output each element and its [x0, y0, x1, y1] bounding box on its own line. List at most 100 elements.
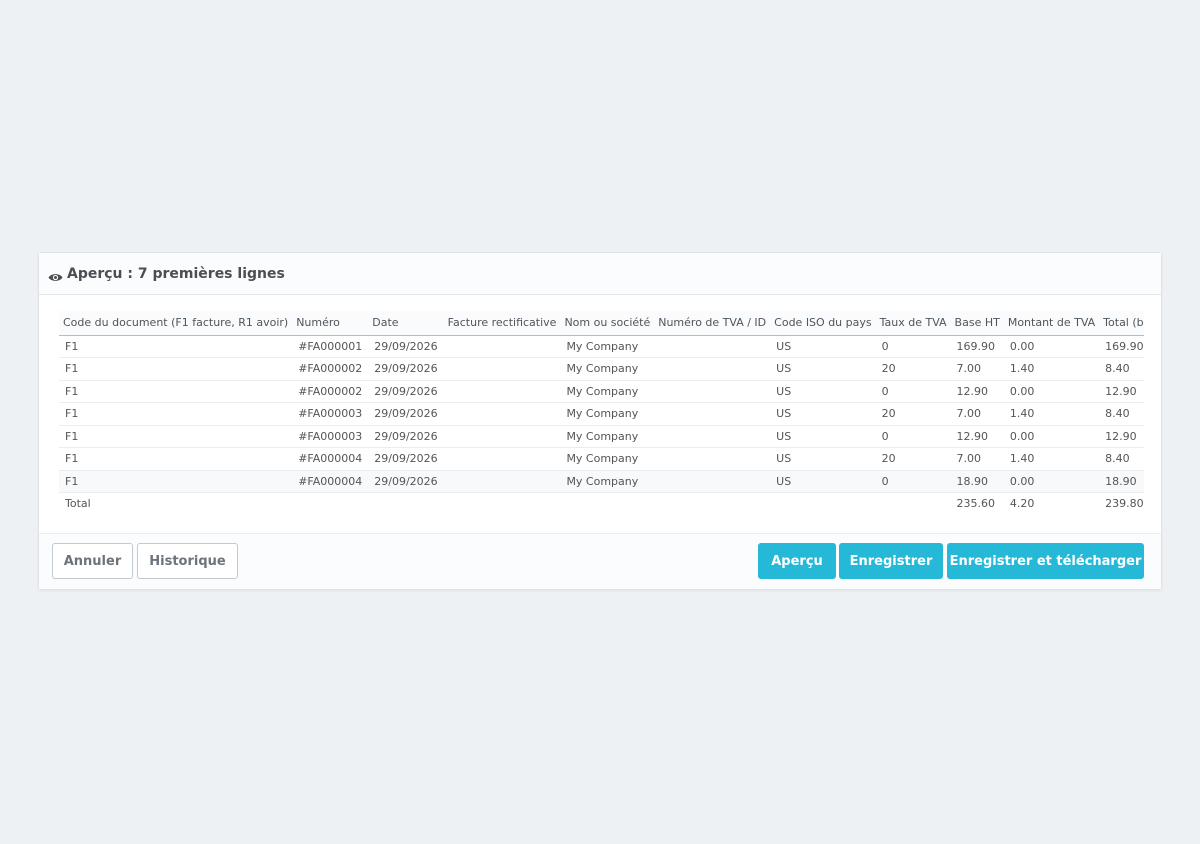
table-cell	[654, 335, 771, 358]
preview-panel: Aperçu : 7 premières lignes Code du docu…	[38, 252, 1162, 590]
table-cell: #FA000001	[292, 335, 369, 358]
table-cell: My Company	[560, 447, 655, 471]
save-button[interactable]: Enregistrer	[839, 543, 943, 579]
history-button[interactable]: Historique	[137, 543, 238, 579]
table-cell	[654, 357, 771, 381]
table-cell: 8.40	[1099, 447, 1144, 471]
column-header: Base HT	[950, 311, 1004, 336]
table-cell: 29/09/2026	[368, 335, 444, 358]
total-cell	[654, 492, 771, 515]
table-cell: 29/09/2026	[368, 425, 444, 448]
preview-button[interactable]: Aperçu	[758, 543, 836, 579]
total-cell: 235.60	[950, 492, 1004, 515]
total-cell	[875, 492, 951, 515]
table-cell: 29/09/2026	[368, 402, 444, 426]
table-row: F1 #FA000003 29/09/2026 My Company US 0 12.90 0…	[59, 425, 1144, 448]
total-cell	[560, 492, 655, 515]
panel-footer: Annuler Historique Aperçu Enregistrer En…	[39, 533, 1161, 589]
table-cell	[443, 335, 561, 358]
panel-title: Aperçu : 7 premières lignes	[67, 265, 285, 282]
column-header: Nom ou société	[560, 311, 655, 336]
table-cell	[443, 402, 561, 426]
table-cell: My Company	[560, 335, 655, 358]
preview-table-container[interactable]: Code du document (F1 facture, R1 avoir) N…	[59, 311, 1144, 515]
table-cell: F1	[59, 447, 293, 471]
table-cell: 29/09/2026	[368, 380, 444, 403]
total-cell: 239.80	[1099, 492, 1144, 515]
table-row: F1 #FA000004 29/09/2026 My Company US 20 7.00 1…	[59, 447, 1144, 471]
table-cell: My Company	[560, 402, 655, 426]
column-header: Taux de TVA	[875, 311, 951, 336]
table-cell: F1	[59, 357, 293, 381]
column-header: Code ISO du pays	[770, 311, 876, 336]
table-cell: 12.90	[1099, 425, 1144, 448]
table-cell: 18.90	[950, 470, 1004, 493]
table-row: F1 #FA000001 29/09/2026 My Company US 0 169.90…	[59, 335, 1144, 358]
table-cell: 12.90	[950, 380, 1004, 403]
table-cell: 7.00	[950, 402, 1004, 426]
total-cell	[368, 492, 444, 515]
total-cell	[443, 492, 561, 515]
table-cell	[443, 447, 561, 471]
table-cell: 0.00	[1003, 470, 1100, 493]
column-header: Code du document (F1 facture, R1 avoir)	[59, 311, 293, 336]
table-cell	[654, 380, 771, 403]
table-row: F1 #FA000002 29/09/2026 My Company US 0 12.90 0…	[59, 380, 1144, 403]
table-cell: F1	[59, 402, 293, 426]
table-cell: F1	[59, 335, 293, 358]
table-cell: 0	[875, 380, 951, 403]
table-cell: My Company	[560, 425, 655, 448]
panel-header: Aperçu : 7 premières lignes	[39, 253, 1161, 295]
table-cell: 8.40	[1099, 357, 1144, 381]
table-cell: 8.40	[1099, 402, 1144, 426]
table-cell: #FA000002	[292, 357, 369, 381]
table-row: F1 #FA000003 29/09/2026 My Company US 20 7.00 1…	[59, 402, 1144, 426]
total-cell: Total	[59, 492, 293, 515]
table-cell: 169.90	[1099, 335, 1144, 358]
table-cell: US	[770, 447, 876, 471]
table-cell	[654, 425, 771, 448]
column-header: Facture rectificative	[443, 311, 561, 336]
table-row: F1 #FA000004 29/09/2026 My Company US 0 18.90 0…	[59, 470, 1144, 493]
table-cell: 29/09/2026	[368, 470, 444, 493]
total-cell	[770, 492, 876, 515]
column-header: Total (base + TVA)	[1099, 311, 1144, 336]
table-cell: 29/09/2026	[368, 357, 444, 381]
table-cell: 1.40	[1003, 447, 1100, 471]
column-header: Numéro	[292, 311, 369, 336]
table-cell: F1	[59, 470, 293, 493]
table-cell: 0	[875, 425, 951, 448]
table-cell: 0.00	[1003, 335, 1100, 358]
table-cell: US	[770, 335, 876, 358]
table-cell: #FA000003	[292, 402, 369, 426]
table-cell: 12.90	[1099, 380, 1144, 403]
table-cell: 1.40	[1003, 357, 1100, 381]
table-cell: 20	[875, 357, 951, 381]
table-cell: My Company	[560, 380, 655, 403]
eye-icon	[48, 268, 63, 281]
cancel-button[interactable]: Annuler	[52, 543, 133, 579]
table-cell: 7.00	[950, 357, 1004, 381]
table-cell: US	[770, 470, 876, 493]
preview-table: Code du document (F1 facture, R1 avoir) N…	[59, 311, 1144, 515]
table-cell	[443, 470, 561, 493]
table-cell: #FA000004	[292, 447, 369, 471]
table-cell: 20	[875, 447, 951, 471]
table-cell: 7.00	[950, 447, 1004, 471]
table-header-row: Code du document (F1 facture, R1 avoir) N…	[59, 311, 1144, 336]
table-cell: 0.00	[1003, 425, 1100, 448]
table-cell	[443, 357, 561, 381]
table-cell: 1.40	[1003, 402, 1100, 426]
total-cell: 4.20	[1003, 492, 1100, 515]
table-cell: 0.00	[1003, 380, 1100, 403]
table-cell: 29/09/2026	[368, 447, 444, 471]
total-cell	[292, 492, 369, 515]
table-cell: My Company	[560, 357, 655, 381]
table-cell: 18.90	[1099, 470, 1144, 493]
table-cell: 0	[875, 335, 951, 358]
table-cell: US	[770, 402, 876, 426]
table-body: F1 #FA000001 29/09/2026 My Company US 0 169.90…	[59, 335, 1144, 515]
save-and-download-button[interactable]: Enregistrer et télécharger	[947, 543, 1144, 579]
column-header: Date	[368, 311, 444, 336]
table-cell: 0	[875, 470, 951, 493]
